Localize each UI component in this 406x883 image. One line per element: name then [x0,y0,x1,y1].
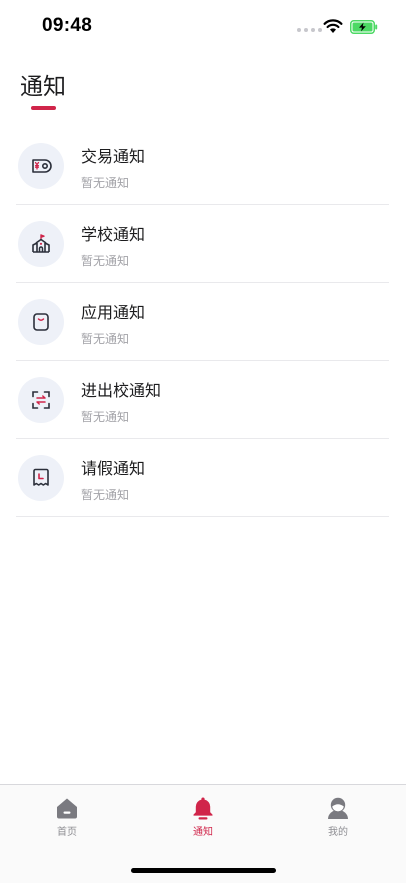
status-time: 09:48 [42,15,93,36]
battery-charging-icon [350,20,378,34]
notice-title: 进出校通知 [81,381,162,400]
notice-title: 学校通知 [81,225,146,244]
notice-item-app[interactable]: 应用通知 暂无通知 [16,283,389,361]
tab-label: 我的 [328,827,348,838]
shopping-bag-icon [18,299,64,345]
leave-clock-icon [18,455,64,501]
notice-item-leave[interactable]: 请假通知 暂无通知 [16,439,389,517]
home-indicator[interactable] [131,868,276,873]
notice-item-school[interactable]: 学校通知 暂无通知 [16,205,389,283]
notice-status: 暂无通知 [81,176,130,190]
money-bill-icon [18,143,64,189]
tab-notice[interactable]: 通知 [163,795,243,838]
scan-transfer-icon [18,377,64,423]
wifi-icon [323,19,343,33]
notice-status: 暂无通知 [81,332,130,346]
notice-title: 交易通知 [81,147,146,166]
profile-icon [328,797,348,819]
school-building-icon [18,221,64,267]
cellular-signal-icon [297,28,322,32]
notice-list: 交易通知 暂无通知 学校通知 暂无通知 应用通知 暂无通知 进出校通知 暂无通知… [16,127,389,517]
notice-title: 应用通知 [81,303,146,322]
tab-profile[interactable]: 我的 [298,795,378,838]
bell-icon [193,797,213,820]
tab-label: 通知 [193,827,213,838]
title-active-indicator [31,106,56,110]
notice-item-campus-access[interactable]: 进出校通知 暂无通知 [16,361,389,439]
notice-title: 请假通知 [81,459,146,478]
tab-label: 首页 [57,827,77,838]
notice-status: 暂无通知 [81,488,130,502]
notice-status: 暂无通知 [81,410,130,424]
status-bar: 09:48 [0,0,406,52]
home-icon [57,798,77,819]
tab-home[interactable]: 首页 [27,795,107,838]
notice-item-transaction[interactable]: 交易通知 暂无通知 [16,127,389,205]
notice-status: 暂无通知 [81,254,130,268]
page-title: 通知 [20,74,66,100]
